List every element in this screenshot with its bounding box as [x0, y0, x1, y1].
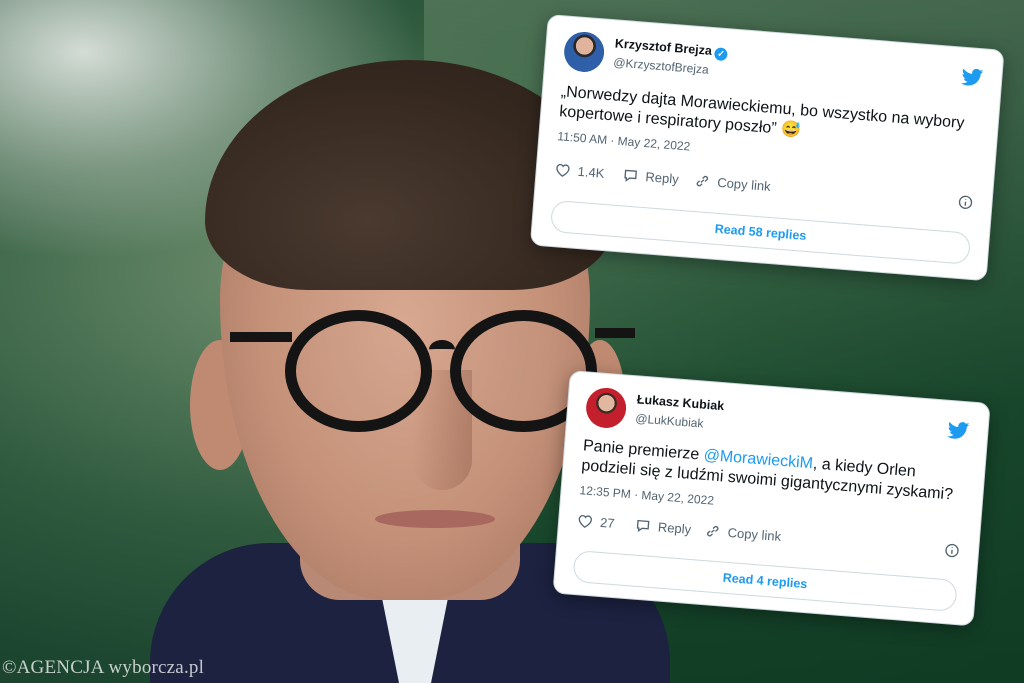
- info-icon[interactable]: [957, 194, 974, 214]
- copy-link-action[interactable]: Copy link: [694, 173, 771, 194]
- heart-icon: [554, 162, 571, 178]
- link-icon: [704, 523, 721, 539]
- glasses-temple-right: [595, 328, 635, 338]
- reply-label: Reply: [657, 519, 692, 537]
- info-icon[interactable]: [943, 542, 960, 562]
- glasses-lens-left: [285, 310, 432, 432]
- avatar[interactable]: [584, 386, 628, 430]
- reply-action[interactable]: Reply: [622, 167, 680, 187]
- mouth: [375, 510, 495, 528]
- author-name[interactable]: Łukasz Kubiak: [636, 392, 724, 413]
- copy-link-label: Copy link: [727, 524, 782, 545]
- glasses-temple-left: [230, 332, 292, 342]
- reply-action[interactable]: Reply: [634, 518, 692, 537]
- twitter-bird-icon[interactable]: [960, 68, 984, 88]
- tweet-timestamp[interactable]: 11:50 AM · May 22, 2022: [557, 129, 691, 153]
- tweet-timestamp[interactable]: 12:35 PM · May 22, 2022: [579, 483, 714, 508]
- tweet-card[interactable]: Krzysztof Brejza ✓ @KrzysztofBrejza „Norw…: [529, 14, 1005, 282]
- copy-link-label: Copy link: [716, 174, 772, 194]
- copy-link-action[interactable]: Copy link: [704, 523, 782, 545]
- reply-icon: [622, 167, 639, 183]
- author-handle[interactable]: @LukKubiak: [635, 411, 704, 430]
- like-count: 1.4K: [577, 163, 606, 181]
- reply-icon: [634, 518, 651, 534]
- link-icon: [694, 173, 711, 189]
- avatar[interactable]: [562, 30, 606, 74]
- glasses-bridge: [429, 340, 455, 359]
- reply-label: Reply: [644, 169, 680, 187]
- like-action[interactable]: 27: [577, 513, 616, 531]
- watermark: ©AGENCJA wyborcza.pl: [2, 657, 205, 678]
- author-name-text: Krzysztof Brejza: [614, 36, 713, 58]
- heart-icon: [577, 513, 594, 529]
- verified-badge-icon: ✓: [714, 47, 729, 62]
- like-count: 27: [599, 514, 616, 531]
- like-action[interactable]: 1.4K: [554, 162, 605, 181]
- tweet-card[interactable]: Łukasz Kubiak @LukKubiak Panie premierze…: [552, 370, 991, 627]
- twitter-bird-icon[interactable]: [947, 421, 970, 441]
